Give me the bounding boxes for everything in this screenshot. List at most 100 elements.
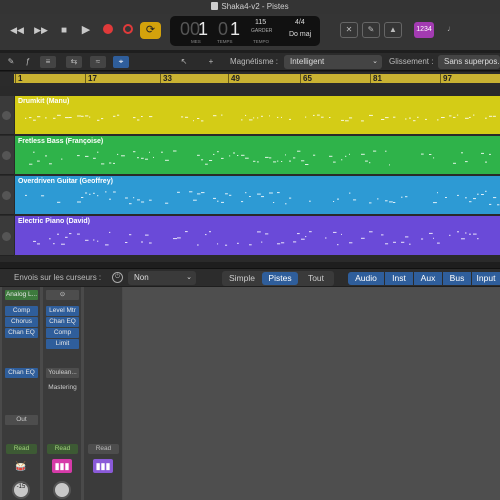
cycle-button[interactable]: ⟳ (140, 22, 161, 39)
automation-read[interactable]: Read (88, 444, 119, 454)
metronome-icon[interactable]: ♩ (442, 22, 460, 38)
automation-read[interactable]: Read (47, 444, 78, 454)
plugin-slot[interactable]: Chan EQ (46, 317, 79, 327)
functions-icon[interactable]: ƒ (20, 56, 36, 68)
pointer-tool-icon[interactable]: ↖ (176, 56, 192, 68)
play-button[interactable]: ▶ (77, 22, 95, 39)
track-header[interactable] (0, 176, 14, 215)
filter-inst[interactable]: Inst (385, 272, 413, 285)
output-slot[interactable]: Out (5, 415, 38, 425)
midi-note (269, 115, 270, 117)
midi-note (305, 164, 309, 165)
metronome-button[interactable]: ▲ (384, 22, 402, 38)
midi-note (41, 195, 45, 197)
midi-note (153, 156, 154, 158)
marquee-tool-icon[interactable]: + (203, 56, 219, 68)
flex-icon[interactable]: ≈ (90, 56, 106, 68)
midi-note (369, 114, 373, 116)
midi-note (193, 120, 194, 122)
cycle-area[interactable] (14, 74, 500, 83)
stop-button[interactable]: ■ (55, 22, 73, 39)
plugin-slot[interactable]: Comp (5, 306, 38, 316)
record-enable-icon[interactable] (2, 191, 11, 200)
midi-note (61, 158, 63, 160)
midi-note (249, 119, 253, 121)
lcd-display[interactable]: 00 1 0 1 MES TEMPS 115 GARDER TEMPO 4/4 … (170, 16, 320, 46)
midi-note (109, 162, 112, 164)
document-icon (211, 2, 219, 10)
filter-aux[interactable]: Aux (414, 272, 442, 285)
midi-note (465, 161, 468, 163)
midi-note (485, 117, 487, 119)
midi-note (381, 119, 385, 120)
count-in-button[interactable]: 1234 (414, 22, 434, 38)
midi-note (141, 241, 143, 243)
send-slot[interactable]: Chan EQ (5, 368, 38, 378)
chevron-down-icon: ⌄ (372, 58, 378, 65)
midi-note (45, 117, 47, 119)
capture-record-button[interactable] (119, 22, 137, 39)
midi-note (241, 201, 244, 203)
tuner-button[interactable]: ✕ (340, 22, 358, 38)
midi-note (341, 233, 342, 235)
midi-note (393, 241, 396, 243)
drag-select[interactable]: Sans superpos... (438, 55, 500, 69)
magnetism-select[interactable]: Intelligent ⌄ (284, 55, 382, 69)
filter-bus[interactable]: Bus (443, 272, 471, 285)
midi-note (469, 116, 471, 118)
midi-note (485, 190, 487, 192)
record-enable-icon[interactable] (2, 231, 11, 241)
view-tracks[interactable]: Pistes (262, 272, 298, 285)
midi-note (85, 192, 88, 194)
view-all[interactable]: Tout (300, 272, 332, 285)
ruler[interactable]: 1 17 33 49 65 81 97 (0, 72, 500, 86)
forward-button[interactable]: ▶▶ (32, 22, 50, 39)
track-region[interactable]: Fretless Bass (Françoise) (15, 136, 500, 174)
tracks-area: Drumkit (Manu) Fretless Bass (Françoise) O… (0, 86, 500, 262)
view-simple[interactable]: Simple (224, 272, 260, 285)
track-header[interactable] (0, 216, 14, 256)
midi-note (113, 162, 115, 164)
midi-note (141, 116, 143, 117)
plugin-slot[interactable]: Chorus (5, 317, 38, 327)
midi-note (149, 151, 150, 153)
autoset-icon[interactable]: ⌖ (113, 56, 129, 68)
power-icon[interactable]: ⏻ (112, 272, 123, 283)
track-region[interactable]: Drumkit (Manu) (15, 96, 500, 134)
midi-note (249, 196, 251, 197)
record-button[interactable] (99, 22, 117, 39)
midi-note (405, 196, 408, 198)
rewind-button[interactable]: ◀◀ (8, 22, 26, 39)
midi-note (337, 244, 339, 246)
sends-select[interactable]: Non ⌄ (128, 271, 196, 285)
plugin-slot[interactable]: Comp (46, 328, 79, 338)
track-header[interactable] (0, 96, 14, 135)
midi-note (149, 242, 152, 244)
input-slot[interactable]: Analog L... (5, 290, 38, 300)
pencil-button[interactable]: ✎ (362, 22, 380, 38)
track-region[interactable]: Overdriven Guitar (Geoffrey) (15, 176, 500, 214)
filter-audio[interactable]: Audio (348, 272, 384, 285)
link-icon[interactable]: ⊝ (46, 290, 79, 300)
view-icon[interactable]: ≡ (40, 56, 56, 68)
record-enable-icon[interactable] (2, 111, 11, 120)
midi-note (297, 233, 300, 235)
plugin-slot[interactable]: Level Mtr (46, 306, 79, 316)
edit-menu-icon[interactable]: ✎ (3, 56, 19, 68)
midi-note (141, 201, 145, 203)
plugin-slot[interactable]: Chan EQ (5, 328, 38, 338)
track-header[interactable] (0, 136, 14, 175)
filter-input[interactable]: Input (472, 272, 500, 285)
midi-note (233, 152, 235, 154)
send-slot[interactable]: Youlean... (46, 368, 79, 378)
pan-knob[interactable] (53, 481, 71, 499)
midi-note (445, 197, 447, 198)
track-region[interactable]: Electric Piano (David) (15, 216, 500, 255)
record-enable-icon[interactable] (2, 151, 11, 160)
catch-icon[interactable]: ⇆ (66, 56, 82, 68)
plugin-slot[interactable]: Limit (46, 339, 79, 349)
ruler-tick-label: 1 (18, 74, 23, 83)
midi-note (193, 199, 197, 201)
automation-read[interactable]: Read (6, 444, 37, 454)
midi-note (161, 151, 163, 153)
